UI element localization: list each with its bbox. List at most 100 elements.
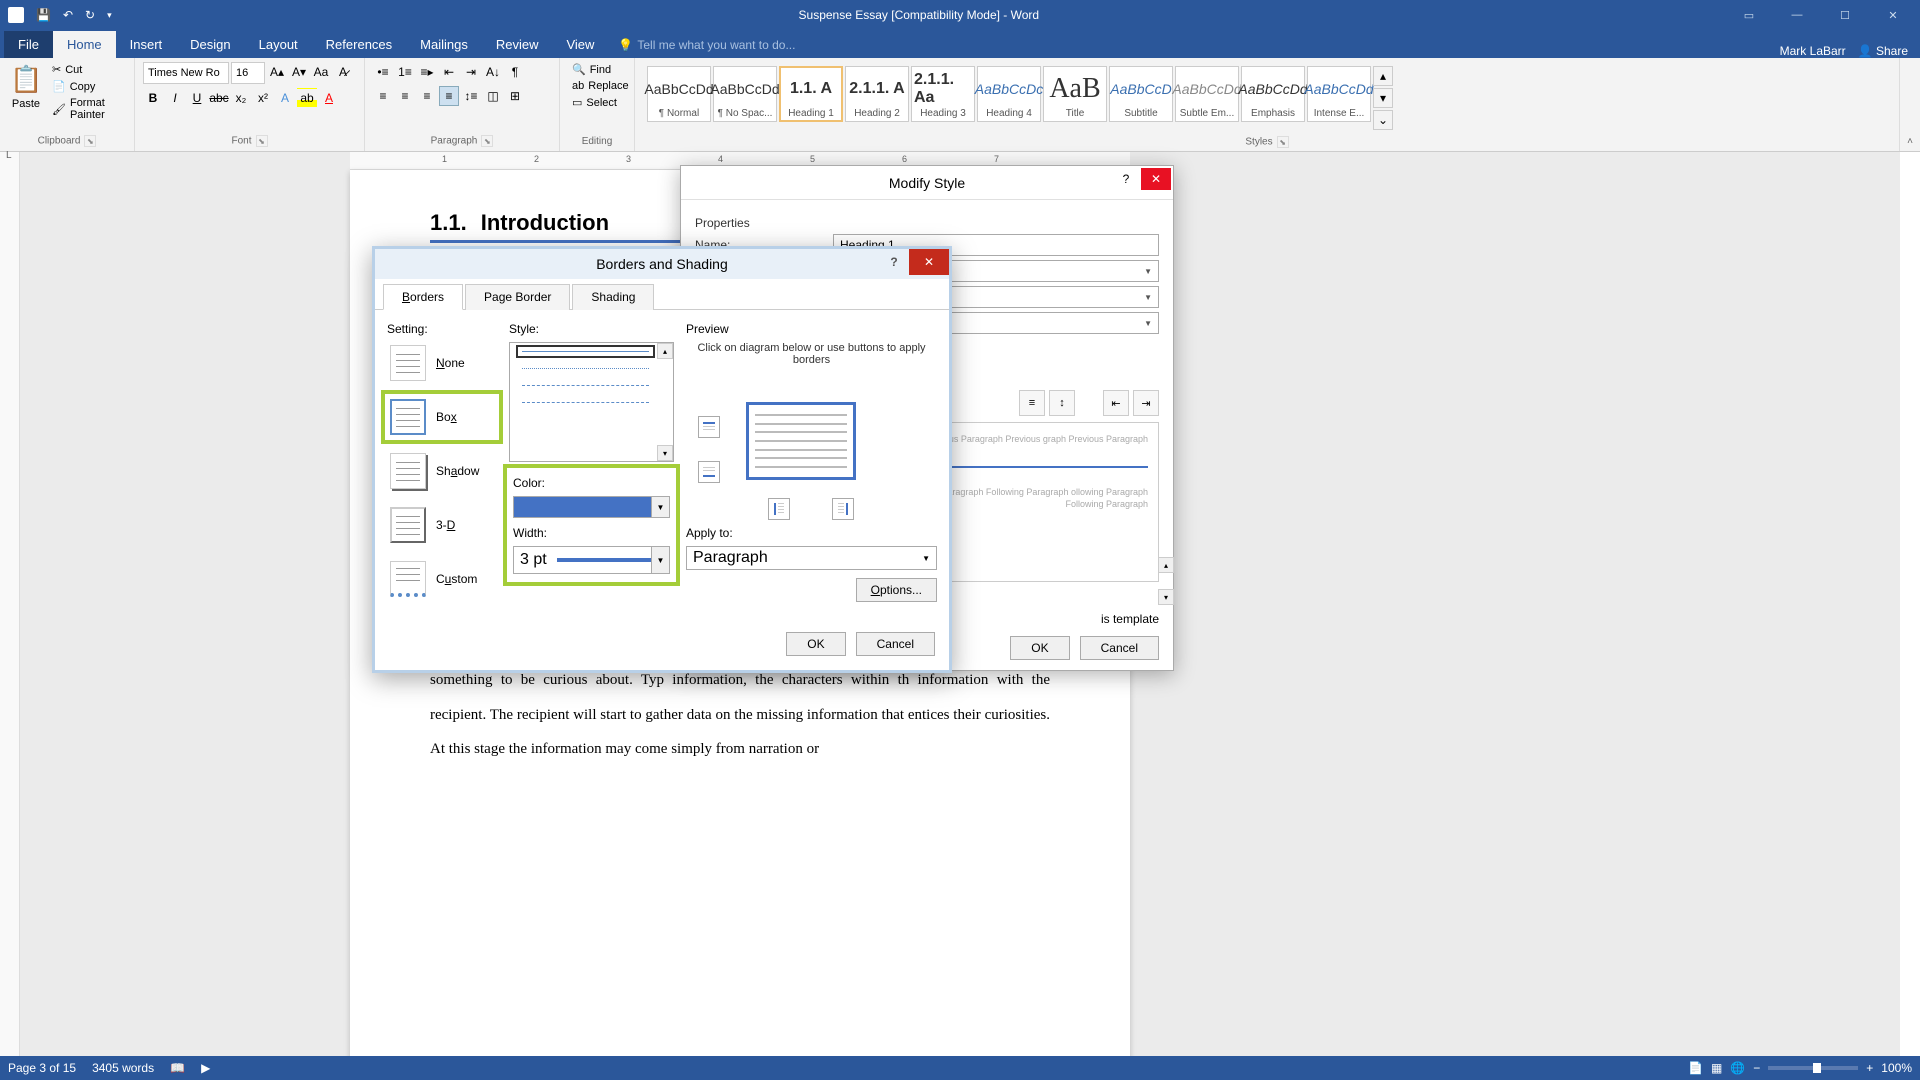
border-left-button[interactable] <box>768 498 790 520</box>
style-heading4[interactable]: AaBbCcDcHeading 4 <box>977 66 1041 122</box>
options-button[interactable]: Options... <box>856 578 937 602</box>
preview-paragraph[interactable] <box>746 402 856 480</box>
word-count[interactable]: 3405 words <box>92 1061 154 1075</box>
border-top-button[interactable] <box>698 416 720 438</box>
align-center-icon[interactable]: ≡ <box>395 86 415 106</box>
style-dashed2-line[interactable] <box>522 402 649 403</box>
style-scroll-down-icon[interactable]: ▾ <box>657 445 673 461</box>
setting-box[interactable]: Box <box>387 396 497 438</box>
cut-button[interactable]: ✂Cut <box>48 62 126 77</box>
spellcheck-icon[interactable]: 📖 <box>170 1061 185 1075</box>
qat-redo-icon[interactable]: ↻ <box>85 8 95 22</box>
underline-button[interactable]: U <box>187 88 207 108</box>
style-dotted-line[interactable] <box>522 368 649 369</box>
line-spacing-btn[interactable]: ↕ <box>1049 390 1075 416</box>
style-scroll-up-icon[interactable]: ▴ <box>657 343 673 359</box>
align-right-icon[interactable]: ≡ <box>417 86 437 106</box>
superscript-button[interactable]: x² <box>253 88 273 108</box>
decrease-indent-btn[interactable]: ⇤ <box>1103 390 1129 416</box>
format-painter-button[interactable]: 🖌Format Painter <box>48 96 126 122</box>
style-heading2[interactable]: 2.1.1. AHeading 2 <box>845 66 909 122</box>
style-heading1[interactable]: 1.1. AHeading 1 <box>779 66 843 122</box>
tab-review[interactable]: Review <box>482 31 553 58</box>
align-justify-btn[interactable]: ≡ <box>1019 390 1045 416</box>
line-spacing-icon[interactable]: ↕≡ <box>461 86 481 106</box>
qat-undo-icon[interactable]: ↶ <box>63 8 73 22</box>
style-normal[interactable]: AaBbCcDd¶ Normal <box>647 66 711 122</box>
modify-ok-button[interactable]: OK <box>1010 636 1069 660</box>
styles-scroll-up-icon[interactable]: ▴ <box>1373 66 1393 86</box>
zoom-in-icon[interactable]: + <box>1866 1061 1873 1075</box>
numbering-icon[interactable]: 1≡ <box>395 62 415 82</box>
borders-icon[interactable]: ⊞ <box>505 86 525 106</box>
tab-insert[interactable]: Insert <box>116 31 177 58</box>
styles-more-icon[interactable]: ⌄ <box>1373 110 1393 130</box>
clear-format-icon[interactable]: A̷ <box>333 62 353 82</box>
replace-button[interactable]: abReplace <box>568 79 633 93</box>
modify-style-help-icon[interactable]: ? <box>1111 168 1141 190</box>
style-intense-emphasis[interactable]: AaBbCcDdIntense E... <box>1307 66 1371 122</box>
borders-cancel-button[interactable]: Cancel <box>856 632 935 656</box>
bold-button[interactable]: B <box>143 88 163 108</box>
style-solid-line[interactable] <box>522 351 649 352</box>
zoom-out-icon[interactable]: − <box>1753 1061 1760 1075</box>
bullets-icon[interactable]: •≡ <box>373 62 393 82</box>
paste-button[interactable]: 📋 Paste <box>8 62 44 112</box>
decrease-indent-icon[interactable]: ⇤ <box>439 62 459 82</box>
tab-references[interactable]: References <box>312 31 406 58</box>
setting-custom[interactable]: Custom <box>387 558 497 600</box>
tab-shading[interactable]: Shading <box>572 284 654 310</box>
style-no-spacing[interactable]: AaBbCcDd¶ No Spac... <box>713 66 777 122</box>
close-icon[interactable]: ✕ <box>1870 1 1916 29</box>
style-list[interactable]: ▴ ▾ <box>509 342 674 462</box>
find-button[interactable]: 🔍Find <box>568 62 633 77</box>
border-right-button[interactable] <box>832 498 854 520</box>
color-combo[interactable]: ▼ <box>513 496 670 518</box>
tab-home[interactable]: Home <box>53 31 116 58</box>
style-title[interactable]: AaBTitle <box>1043 66 1107 122</box>
increase-indent-btn[interactable]: ⇥ <box>1133 390 1159 416</box>
styles-scroll-down-icon[interactable]: ▾ <box>1373 88 1393 108</box>
shading-icon[interactable]: ◫ <box>483 86 503 106</box>
style-dashed-line[interactable] <box>522 385 649 386</box>
user-name[interactable]: Mark LaBarr <box>1780 44 1846 58</box>
text-effects-icon[interactable]: A <box>275 88 295 108</box>
shrink-font-icon[interactable]: A▾ <box>289 62 309 82</box>
tab-mailings[interactable]: Mailings <box>406 31 482 58</box>
tellme-search[interactable]: 💡Tell me what you want to do... <box>608 32 805 58</box>
font-launcher[interactable]: ⬊ <box>256 135 268 147</box>
clipboard-launcher[interactable]: ⬊ <box>84 135 96 147</box>
zoom-slider[interactable] <box>1768 1066 1858 1070</box>
modify-cancel-button[interactable]: Cancel <box>1080 636 1159 660</box>
tab-page-border[interactable]: Page Border <box>465 284 570 310</box>
tab-file[interactable]: File <box>4 31 53 58</box>
maximize-icon[interactable]: ☐ <box>1822 1 1868 29</box>
select-button[interactable]: ▭Select <box>568 95 633 110</box>
minimize-icon[interactable]: — <box>1774 1 1820 29</box>
style-subtitle[interactable]: AaBbCcDSubtitle <box>1109 66 1173 122</box>
web-layout-icon[interactable]: 🌐 <box>1730 1061 1745 1075</box>
styles-launcher[interactable]: ⬊ <box>1277 136 1289 148</box>
change-case-icon[interactable]: Aa <box>311 62 331 82</box>
borders-close-icon[interactable]: ✕ <box>909 249 949 275</box>
grow-font-icon[interactable]: A▴ <box>267 62 287 82</box>
preview-scroll-up-icon[interactable]: ▴ <box>1158 557 1174 573</box>
font-name-combo[interactable]: Times New Ro <box>143 62 229 84</box>
style-subtle-emphasis[interactable]: AaBbCcDdSubtle Em... <box>1175 66 1239 122</box>
paragraph-launcher[interactable]: ⬊ <box>481 135 493 147</box>
show-marks-icon[interactable]: ¶ <box>505 62 525 82</box>
setting-none[interactable]: None <box>387 342 497 384</box>
increase-indent-icon[interactable]: ⇥ <box>461 62 481 82</box>
setting-3d[interactable]: 3-D <box>387 504 497 546</box>
subscript-button[interactable]: x₂ <box>231 88 251 108</box>
page-indicator[interactable]: Page 3 of 15 <box>8 1061 76 1075</box>
qat-save-icon[interactable]: 💾 <box>36 8 51 22</box>
collapse-ribbon-icon[interactable]: ˄ <box>1907 136 1913 147</box>
italic-button[interactable]: I <box>165 88 185 108</box>
read-mode-icon[interactable]: 📄 <box>1688 1061 1703 1075</box>
style-heading3[interactable]: 2.1.1. AaHeading 3 <box>911 66 975 122</box>
border-bottom-button[interactable] <box>698 461 720 483</box>
preview-scroll-down-icon[interactable]: ▾ <box>1158 589 1174 605</box>
strikethrough-button[interactable]: abc <box>209 88 229 108</box>
width-combo[interactable]: 3 pt ▼ <box>513 546 670 574</box>
